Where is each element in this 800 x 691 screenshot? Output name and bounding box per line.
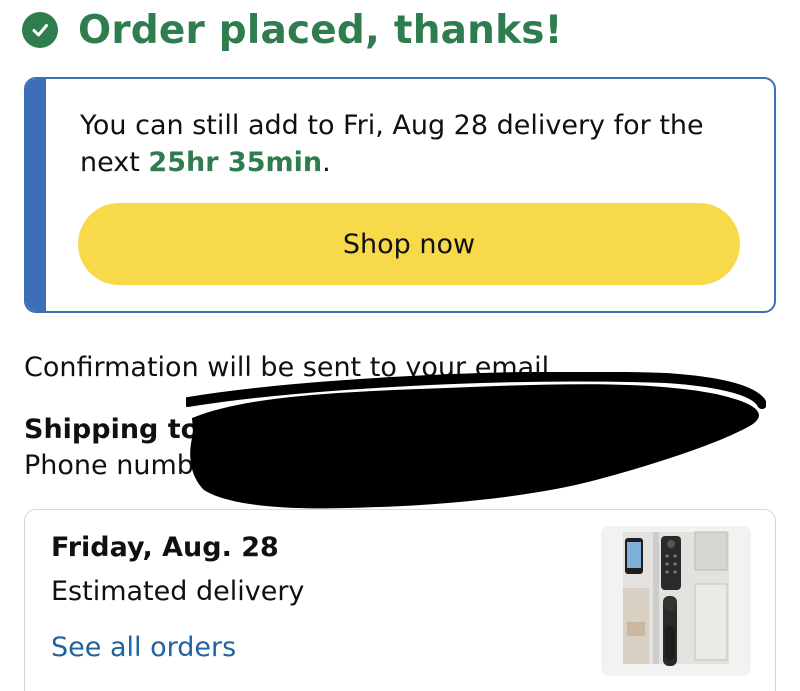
see-all-orders-link[interactable]: See all orders xyxy=(51,632,236,663)
delivery-window-text-end: . xyxy=(322,147,331,178)
countdown-timer: 25hr 35min xyxy=(148,147,323,178)
smart-lock-product-image[interactable] xyxy=(601,526,751,676)
redaction-scribble xyxy=(186,372,766,509)
delivery-date: Friday, Aug. 28 xyxy=(51,532,279,563)
shipping-label: Shipping to xyxy=(24,414,200,445)
card-accent-bar xyxy=(26,79,46,311)
order-summary-card: Friday, Aug. 28 Estimated delivery See a… xyxy=(24,509,776,691)
delivery-window-card: You can still add to Fri, Aug 28 deliver… xyxy=(24,77,776,313)
header: Order placed, thanks! xyxy=(22,4,563,56)
check-circle-icon xyxy=(22,12,58,48)
shop-now-button[interactable]: Shop now xyxy=(78,203,740,285)
delivery-status: Estimated delivery xyxy=(51,576,305,607)
delivery-window-message: You can still add to Fri, Aug 28 deliver… xyxy=(80,107,740,181)
page-title: Order placed, thanks! xyxy=(78,7,563,53)
